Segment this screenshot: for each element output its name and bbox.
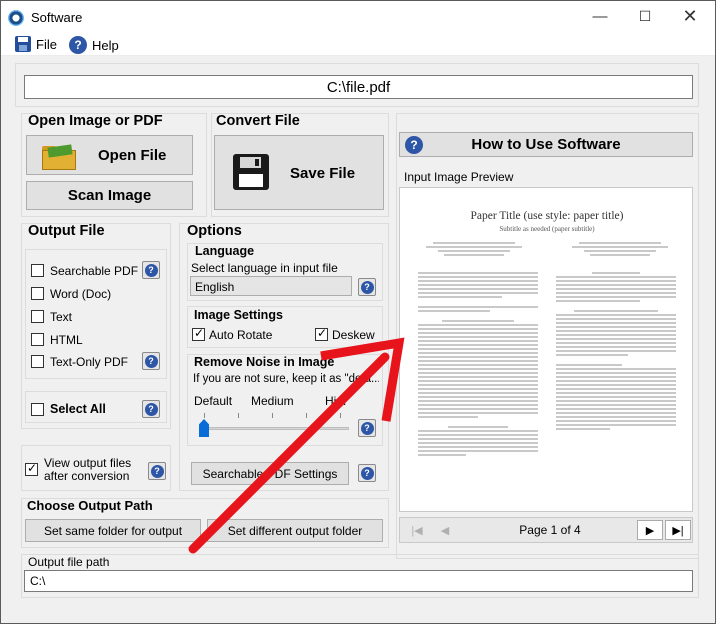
next-page-icon[interactable]: ▶ xyxy=(637,520,663,540)
language-prompt: Select language in input file xyxy=(191,261,338,275)
open-heading: Open Image or PDF xyxy=(28,113,163,129)
title-bar: Software — ☐ ✕ xyxy=(1,1,715,32)
select-all-label: Select All xyxy=(50,402,106,416)
noise-heading: Remove Noise in Image xyxy=(194,355,335,369)
select-all-checkbox[interactable] xyxy=(31,403,44,416)
last-page-icon[interactable]: ▶| xyxy=(665,520,691,540)
noise-slider-track[interactable] xyxy=(199,427,349,430)
menu-help-label: Help xyxy=(92,37,119,53)
text-checkbox[interactable] xyxy=(31,310,44,323)
view-output-help-icon[interactable]: ? xyxy=(148,462,166,480)
noise-high-label: Hi... xyxy=(325,394,347,408)
options-heading: Options xyxy=(187,223,242,239)
menu-bar: File ? Help xyxy=(1,32,715,56)
window-title: Software xyxy=(31,10,83,25)
html-label: HTML xyxy=(50,333,83,347)
noise-medium-label: Medium xyxy=(251,394,294,408)
deskew-checkbox[interactable] xyxy=(315,326,328,341)
app-window: Software — ☐ ✕ File ? Help C:\file.pdf O… xyxy=(0,0,716,624)
preview-image: Paper Title (use style: paper title) Sub… xyxy=(399,187,693,512)
save-file-button[interactable]: Save File xyxy=(214,135,384,210)
previous-page-icon[interactable]: ◀ xyxy=(432,520,458,540)
preview-author-block-right xyxy=(564,242,676,258)
auto-rotate-checkbox[interactable] xyxy=(192,326,205,341)
preview-author-block-left xyxy=(418,242,530,258)
output-file-heading: Output File xyxy=(28,223,105,239)
view-output-checkbox[interactable] xyxy=(25,461,38,476)
noise-tick-default xyxy=(204,413,205,418)
noise-default-label: Default xyxy=(194,394,233,408)
searchable-pdf-settings-help-icon[interactable]: ? xyxy=(358,464,376,482)
noise-tick-3 xyxy=(306,413,307,418)
folder-icon xyxy=(42,142,78,170)
page-navigator: |◀ ◀ Page 1 of 4 ▶ ▶| xyxy=(399,517,693,543)
noise-hint: If you are not sure, keep it as "defa... xyxy=(193,373,379,385)
output-file-path-field[interactable]: C:\ xyxy=(24,570,693,592)
page-indicator: Page 1 of 4 xyxy=(519,523,581,537)
text-only-pdf-help-icon[interactable]: ? xyxy=(142,352,160,370)
text-only-pdf-checkbox[interactable] xyxy=(31,355,44,368)
text-label: Text xyxy=(50,310,73,324)
text-only-pdf-label: Text-Only PDF xyxy=(50,355,129,369)
scan-image-button[interactable]: Scan Image xyxy=(26,181,193,210)
how-to-use-label: How to Use Software xyxy=(471,136,621,153)
deskew-label: Deskew xyxy=(332,328,375,342)
minimize-button[interactable]: — xyxy=(577,1,623,32)
image-settings-heading: Image Settings xyxy=(194,308,283,322)
menu-file[interactable]: File xyxy=(15,36,57,52)
convert-heading: Convert File xyxy=(216,113,300,129)
language-select-value: English xyxy=(195,280,235,294)
floppy-icon xyxy=(15,36,31,52)
help-icon: ? xyxy=(69,36,87,54)
first-page-icon[interactable]: |◀ xyxy=(404,520,430,540)
searchable-pdf-settings-button[interactable]: Searchable PDF Settings xyxy=(191,462,349,485)
word-doc-checkbox[interactable] xyxy=(31,287,44,300)
searchable-pdf-label: Searchable PDF xyxy=(50,264,139,278)
close-button[interactable]: ✕ xyxy=(667,1,713,32)
searchable-pdf-help-icon[interactable]: ? xyxy=(142,261,160,279)
auto-rotate-label: Auto Rotate xyxy=(209,328,273,342)
noise-tick-1 xyxy=(238,413,239,418)
noise-tick-medium xyxy=(272,413,273,418)
menu-file-label: File xyxy=(36,36,57,52)
floppy-disk-icon xyxy=(233,154,269,190)
noise-help-icon[interactable]: ? xyxy=(358,419,376,437)
app-icon xyxy=(8,10,24,26)
help-icon: ? xyxy=(405,136,423,154)
preview-doc-title: Paper Title (use style: paper title) xyxy=(470,210,624,222)
save-file-label: Save File xyxy=(290,165,356,182)
open-file-label: Open File xyxy=(98,147,167,164)
preview-column-left xyxy=(418,272,538,458)
how-to-use-button[interactable]: ? How to Use Software xyxy=(399,132,693,157)
output-path-heading: Choose Output Path xyxy=(27,498,153,513)
searchable-pdf-checkbox[interactable] xyxy=(31,264,44,277)
view-output-label: View output files after conversion xyxy=(44,456,132,483)
word-doc-label: Word (Doc) xyxy=(50,287,112,301)
output-file-path-label: Output file path xyxy=(28,555,110,569)
select-all-help-icon[interactable]: ? xyxy=(142,400,160,418)
preview-doc-subtitle: Subtitle as needed (paper subtitle) xyxy=(499,225,595,233)
noise-tick-high xyxy=(340,413,341,418)
menu-help[interactable]: ? Help xyxy=(69,36,119,54)
different-folder-button[interactable]: Set different output folder xyxy=(207,519,383,542)
open-file-button[interactable]: Open File xyxy=(26,135,193,175)
html-checkbox[interactable] xyxy=(31,333,44,346)
same-folder-button[interactable]: Set same folder for output xyxy=(25,519,201,542)
input-file-path[interactable]: C:\file.pdf xyxy=(24,75,693,99)
language-help-icon[interactable]: ? xyxy=(358,278,376,296)
preview-heading: Input Image Preview xyxy=(404,170,514,184)
preview-column-right xyxy=(556,272,676,432)
language-select[interactable]: English xyxy=(190,276,352,296)
maximize-button[interactable]: ☐ xyxy=(622,1,668,32)
language-heading: Language xyxy=(195,244,255,258)
